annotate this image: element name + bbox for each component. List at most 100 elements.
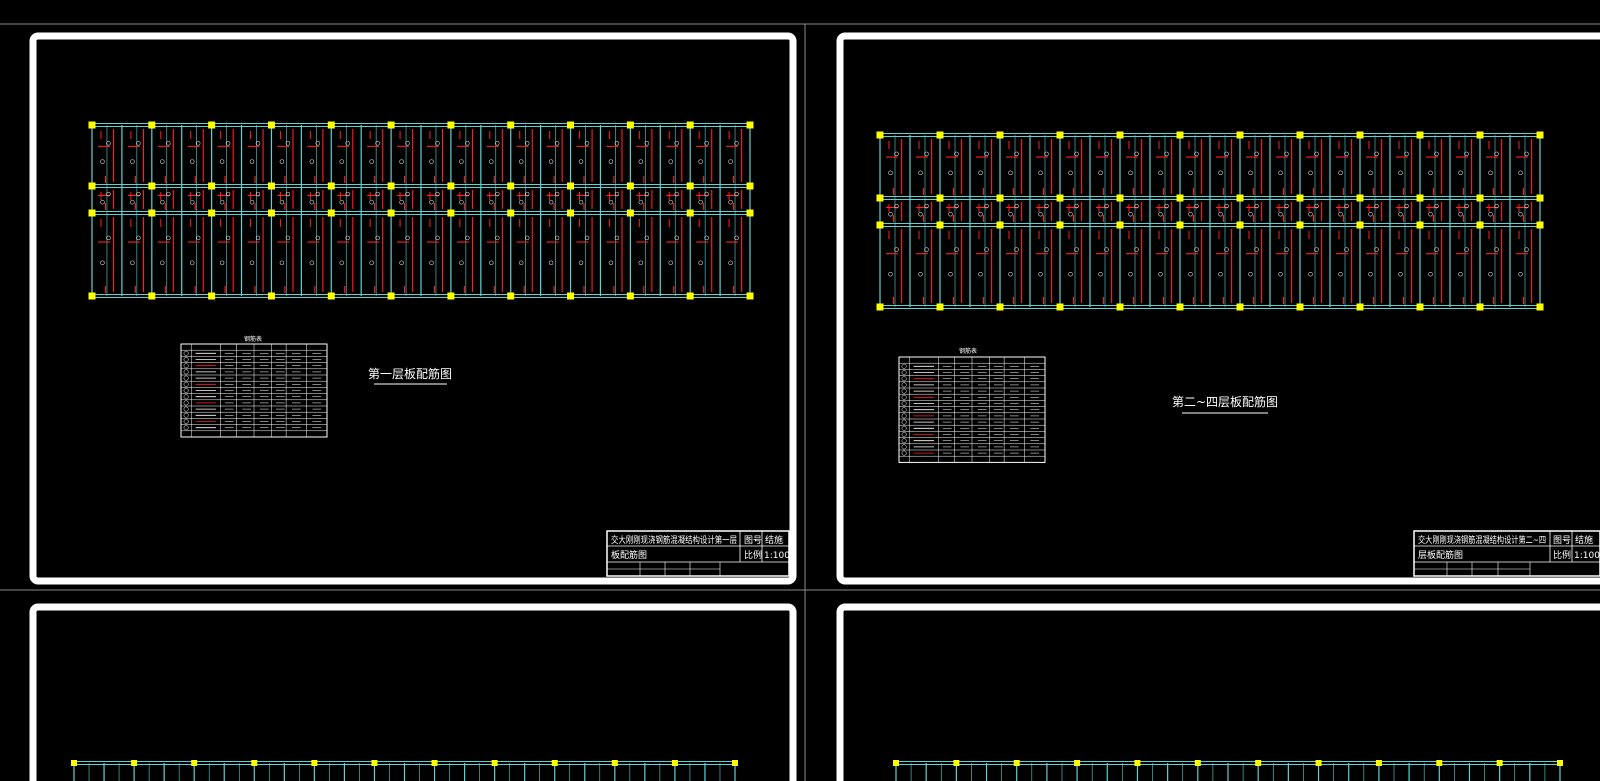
column	[431, 760, 438, 766]
column	[1416, 303, 1424, 311]
rebar-tag	[1038, 170, 1043, 176]
column	[1416, 221, 1424, 229]
column	[148, 121, 156, 129]
column	[996, 131, 1004, 139]
table-mark-circle	[183, 363, 189, 369]
rebar-tag	[1458, 170, 1463, 176]
rebar-tag	[429, 199, 434, 205]
rebar-tag	[339, 199, 344, 205]
table-mark-circle	[901, 450, 907, 456]
column	[876, 131, 884, 139]
rebar-tag	[279, 199, 285, 205]
column	[1176, 221, 1184, 229]
column	[686, 182, 694, 190]
column	[447, 292, 455, 300]
table-mark-circle	[901, 376, 907, 382]
rebar-tag	[459, 199, 464, 205]
column	[267, 182, 275, 190]
column	[1116, 194, 1124, 202]
column	[876, 194, 884, 202]
column	[1416, 194, 1424, 202]
rebar-tag	[1398, 170, 1403, 176]
rebar-tag	[1098, 170, 1103, 176]
column	[936, 221, 944, 229]
table-mark-circle	[901, 438, 907, 444]
rebar-tag	[219, 159, 225, 164]
sheet-1-tb-drawing: 板配筋图	[611, 549, 647, 561]
rebar-tag	[1128, 211, 1133, 217]
table-mark-circle	[901, 432, 907, 437]
rebar-tag	[1188, 170, 1193, 176]
rebar-tag	[279, 260, 285, 266]
column	[626, 292, 634, 300]
rebar-tag	[399, 199, 404, 205]
table-mark-circle	[183, 419, 189, 424]
rebar-tag	[1338, 170, 1343, 176]
column	[1176, 194, 1184, 202]
column	[327, 121, 335, 129]
sheet-2-tb-number: 结施	[1575, 534, 1593, 546]
rebar-tag	[728, 260, 733, 266]
drawing-sheet-1[interactable]: 钢筋表 第一层板配筋图 交大刚刚现浇钢筋混凝结构设计第一层 板配筋图 图号 结施…	[29, 32, 797, 585]
sheet-1-title-block: 交大刚刚现浇钢筋混凝结构设计第一层 板配筋图 图号 结施 比例 1:100	[606, 530, 790, 577]
cad-model-space[interactable]: 钢筋表 第一层板配筋图 交大刚刚现浇钢筋混凝结构设计第一层 板配筋图 图号 结施…	[0, 0, 1600, 781]
table-mark-circle	[183, 375, 189, 381]
column	[1536, 131, 1544, 139]
rebar-tag	[1218, 170, 1223, 176]
column	[936, 194, 944, 202]
column	[148, 182, 156, 190]
rebar-table-1	[180, 343, 328, 438]
floor-plan-3[interactable]	[71, 760, 738, 781]
table-mark-circle	[183, 357, 189, 362]
column	[936, 303, 944, 311]
column	[1476, 194, 1484, 202]
column	[1013, 760, 1020, 766]
sheet-2-tb-scale: 1:100	[1574, 551, 1600, 561]
rebar-tag	[1248, 170, 1253, 176]
sheet-3-border	[29, 603, 797, 781]
sheet-1-tb-label-number: 图号	[744, 535, 762, 546]
rebar-tag	[1278, 211, 1283, 217]
rebar-tag	[489, 159, 494, 164]
rebar-tag	[698, 199, 703, 205]
column	[686, 292, 694, 300]
rebar-tag	[1518, 211, 1523, 217]
column	[1296, 194, 1304, 202]
column	[1557, 760, 1563, 766]
rebar-tag	[978, 271, 983, 277]
column	[1116, 303, 1124, 311]
rebar-tag	[219, 199, 225, 205]
drawing-sheet-3[interactable]	[29, 603, 797, 781]
table-mark-circle	[901, 425, 907, 431]
column	[746, 209, 754, 217]
drawing-sheet-4[interactable]	[836, 603, 1600, 781]
rebar-tag	[548, 260, 554, 266]
rebar-tag	[1428, 211, 1433, 217]
rebar-tag	[1188, 271, 1193, 277]
column	[447, 209, 455, 217]
column	[936, 131, 944, 139]
table-mark-circle	[183, 369, 189, 375]
column	[387, 292, 395, 300]
floor-plan-2[interactable]	[876, 131, 1544, 311]
rebar-tag	[1368, 211, 1373, 217]
floor-plan-1[interactable]	[88, 121, 754, 300]
column	[507, 121, 515, 129]
column	[1476, 303, 1484, 311]
table-mark-circle	[183, 425, 189, 431]
rebar-tag	[518, 159, 524, 164]
column	[1134, 760, 1141, 766]
column	[1536, 221, 1544, 229]
column	[88, 292, 96, 300]
column	[626, 182, 634, 190]
column	[626, 121, 634, 129]
column	[267, 121, 275, 129]
column	[327, 292, 335, 300]
column	[1536, 194, 1544, 202]
drawing-sheet-2[interactable]: 钢筋表 第二~四层板配筋图 交大刚刚现浇钢筋混凝结构设计第二~四 层板配筋图 图…	[836, 32, 1600, 585]
column	[1356, 221, 1364, 229]
floor-plan-4[interactable]	[893, 760, 1563, 781]
rebar-tag	[978, 170, 983, 176]
column	[1255, 760, 1262, 766]
rebar-tag	[1308, 170, 1313, 176]
